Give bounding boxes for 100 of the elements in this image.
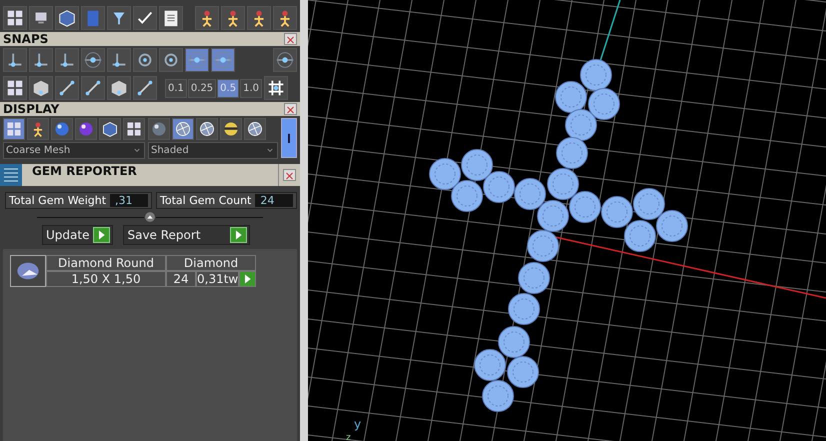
figure-button[interactable] (221, 6, 245, 30)
toggle-button[interactable]: I (281, 118, 297, 158)
action-field[interactable]: Save Report (123, 225, 250, 245)
action-label: Update (46, 228, 90, 242)
gem-disc (580, 59, 612, 91)
wire-sphere-icon (246, 120, 264, 138)
gem-item[interactable]: Diamond Round Diamond 1,50 X 1,50 24 0,31tw (10, 255, 290, 287)
snap-corner-button[interactable] (3, 48, 27, 72)
snap-step-button[interactable]: 1.0 (240, 78, 262, 98)
run-button[interactable] (93, 227, 110, 243)
report-icon (0, 164, 22, 186)
grid-snap-icon (5, 78, 25, 98)
snap-settings-icon (275, 50, 295, 70)
snap-line-button[interactable] (211, 48, 235, 72)
total-value: 24 (255, 194, 294, 207)
mesh-figure-button[interactable] (27, 118, 49, 140)
gem-disc (624, 220, 656, 252)
action-field[interactable]: Update (42, 225, 114, 245)
gem-disc (547, 168, 579, 200)
box-snap-button[interactable] (29, 76, 53, 100)
frame-icon (125, 120, 143, 138)
mesh-grid-button[interactable] (3, 118, 25, 140)
wire-sphere-icon (174, 120, 192, 138)
panel-title: SNAPS (3, 32, 48, 46)
axis-label: y (354, 417, 362, 431)
panel-title: DISPLAY (3, 102, 60, 116)
sphere-icon (53, 120, 71, 138)
gem-disc (565, 109, 597, 141)
close-icon (284, 170, 295, 182)
frame-button[interactable] (123, 118, 145, 140)
gem-disc (483, 171, 515, 203)
wire-sphere-icon (198, 120, 216, 138)
gem-name: Diamond Round (46, 255, 166, 271)
gem-disc (656, 210, 688, 242)
action-label: Save Report (127, 228, 201, 242)
snap-angle-button[interactable] (107, 48, 131, 72)
grid-snap-button[interactable] (3, 76, 27, 100)
figure-button[interactable] (273, 6, 297, 30)
mesh-grid-icon (5, 120, 23, 138)
monitor-button[interactable] (29, 6, 53, 30)
snap-step-button[interactable]: 0.1 (165, 78, 187, 98)
gem-disc (474, 349, 506, 381)
gem-disc (588, 88, 620, 120)
cube-button[interactable] (55, 6, 79, 30)
snap-line-button[interactable] (185, 48, 209, 72)
wire-sphere-button[interactable] (172, 118, 194, 140)
snap-center-button[interactable] (159, 48, 183, 72)
gem-disc (537, 200, 569, 232)
cube-icon (57, 8, 77, 28)
gem-disc (601, 196, 633, 228)
total-value: ,31 (110, 194, 148, 207)
gem-disc (498, 326, 530, 358)
gem-weight: 0,31tw (196, 271, 239, 287)
line-snap-button[interactable] (55, 76, 79, 100)
snap-settings-button[interactable] (273, 48, 297, 72)
close-button[interactable] (284, 103, 297, 115)
gem-disc (569, 191, 601, 223)
filter-button[interactable] (107, 6, 131, 30)
gem-disc (555, 81, 587, 113)
gem-count: 24 (166, 271, 196, 287)
gem-disc (556, 137, 588, 169)
sphere-icon (77, 120, 95, 138)
run-button[interactable] (230, 227, 248, 243)
select-check-button[interactable] (133, 6, 157, 30)
grid-toggle-button[interactable] (264, 76, 288, 100)
wire-sphere-button[interactable] (196, 118, 218, 140)
close-button[interactable] (284, 33, 297, 45)
gem-disc (451, 180, 483, 212)
mesh-dropdown[interactable]: Coarse Mesh (3, 142, 145, 159)
sphere-button[interactable] (51, 118, 73, 140)
document-button[interactable] (159, 6, 183, 30)
close-button[interactable] (283, 169, 296, 181)
snap-point-button[interactable] (81, 48, 105, 72)
layout-button[interactable] (3, 6, 27, 30)
gem-disc (527, 230, 559, 262)
box-snap-icon (31, 78, 51, 98)
sphere-button[interactable] (148, 118, 170, 140)
gem-size: 1,50 X 1,50 (46, 271, 166, 287)
gem-disc (507, 356, 539, 388)
layout-icon (5, 8, 25, 28)
figure-button[interactable] (195, 6, 219, 30)
shading-dropdown[interactable]: Shaded (148, 142, 278, 159)
gem-disc (633, 188, 665, 220)
gem-disc (461, 149, 493, 181)
snap-step-button[interactable]: 0.25 (188, 78, 216, 98)
sphere-icon (150, 120, 168, 138)
sphere-button[interactable] (75, 118, 97, 140)
metal-sphere-icon (222, 120, 240, 138)
total-label: Total Gem Weight (9, 194, 106, 207)
collapse-icon (144, 211, 156, 223)
gem-disc (518, 262, 550, 294)
total-label: Total Gem Count (160, 194, 252, 207)
gem-disc (429, 158, 461, 190)
close-icon (285, 104, 296, 116)
metal-sphere-button[interactable] (220, 118, 242, 140)
wire-sphere-button[interactable] (244, 118, 266, 140)
axis-label: z (346, 433, 351, 441)
figure-button[interactable] (247, 6, 271, 30)
snap-circle-button[interactable] (133, 48, 157, 72)
snap-point-icon (83, 50, 103, 70)
